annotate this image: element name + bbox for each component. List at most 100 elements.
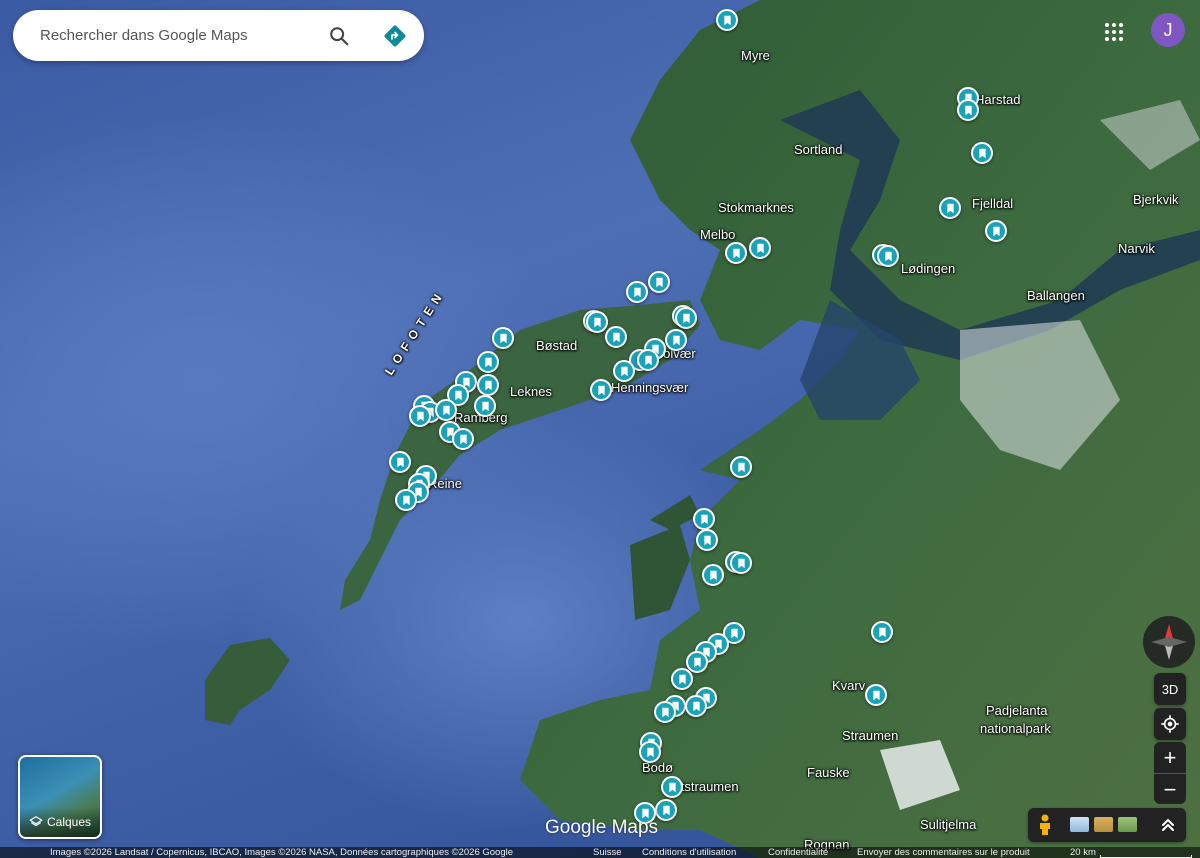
bookmark-icon <box>978 148 986 158</box>
saved-place-marker[interactable] <box>639 741 661 763</box>
saved-place-marker[interactable] <box>671 668 693 690</box>
zoom-out-button[interactable]: − <box>1154 773 1186 805</box>
saved-place-marker[interactable] <box>477 374 499 396</box>
place-label-padjelanta[interactable]: Padjelanta <box>986 703 1047 718</box>
place-label-narvik[interactable]: Narvik <box>1118 241 1155 256</box>
feedback-link[interactable]: Envoyer des commentaires sur le produit <box>857 847 1030 858</box>
compass-icon <box>1151 624 1187 660</box>
imagery-thumb-map[interactable] <box>1118 817 1137 832</box>
layers-button[interactable]: Calques <box>18 755 102 839</box>
privacy-link[interactable]: Confidentialité <box>768 847 828 858</box>
place-label-ballangen[interactable]: Ballangen <box>1027 288 1085 303</box>
account-avatar[interactable]: J <box>1151 13 1185 47</box>
place-label-leknes[interactable]: Leknes <box>510 384 552 399</box>
place-label-kvarv[interactable]: Kvarv <box>832 678 865 693</box>
my-location-button[interactable] <box>1154 708 1186 740</box>
place-label-fjelldal[interactable]: Fjelldal <box>972 196 1013 211</box>
saved-place-marker[interactable] <box>686 651 708 673</box>
minus-icon: − <box>1163 776 1177 802</box>
bookmark-icon <box>737 558 745 568</box>
place-label-sortland[interactable]: Sortland <box>794 142 842 157</box>
saved-place-marker[interactable] <box>675 307 697 329</box>
saved-place-marker[interactable] <box>693 508 715 530</box>
saved-place-marker[interactable] <box>871 621 893 643</box>
saved-place-marker[interactable] <box>716 9 738 31</box>
bookmark-icon <box>992 226 1000 236</box>
saved-place-marker[interactable] <box>685 695 707 717</box>
directions-button[interactable] <box>382 23 408 49</box>
imagery-thumb-terrain[interactable] <box>1094 817 1113 832</box>
saved-place-marker[interactable] <box>655 799 677 821</box>
apps-grid-icon[interactable] <box>1104 22 1124 42</box>
saved-place-marker[interactable] <box>613 360 635 382</box>
scale-label: 20 km <box>1070 847 1096 858</box>
bookmark-icon <box>402 495 410 505</box>
saved-place-marker[interactable] <box>725 242 747 264</box>
bookmark-icon <box>481 401 489 411</box>
compass-button[interactable] <box>1143 616 1195 668</box>
bookmark-icon <box>964 105 972 115</box>
place-label-henningsv-r[interactable]: Henningsvær <box>611 380 688 395</box>
place-label-straumen[interactable]: Straumen <box>842 728 898 743</box>
saved-place-marker[interactable] <box>661 776 683 798</box>
place-label-b-stad[interactable]: Bøstad <box>536 338 577 353</box>
saved-place-marker[interactable] <box>409 405 431 427</box>
directions-icon <box>384 25 406 47</box>
saved-place-marker[interactable] <box>696 529 718 551</box>
bookmark-icon <box>682 313 690 323</box>
bookmark-icon <box>661 707 669 717</box>
saved-place-marker[interactable] <box>605 326 627 348</box>
saved-place-marker[interactable] <box>435 399 457 421</box>
saved-place-marker[interactable] <box>702 564 724 586</box>
saved-place-marker[interactable] <box>865 684 887 706</box>
place-label-sulitjelma[interactable]: Sulitjelma <box>920 817 976 832</box>
saved-place-marker[interactable] <box>939 197 961 219</box>
tilt-3d-button[interactable]: 3D <box>1154 673 1186 705</box>
place-label-harstad[interactable]: Harstad <box>975 92 1021 107</box>
saved-place-marker[interactable] <box>395 489 417 511</box>
bookmark-icon <box>703 535 711 545</box>
saved-place-marker[interactable] <box>730 456 752 478</box>
terms-link[interactable]: Conditions d'utilisation <box>642 847 736 858</box>
saved-place-marker[interactable] <box>586 311 608 333</box>
place-label-bjerkvik[interactable]: Bjerkvik <box>1133 192 1179 207</box>
saved-place-marker[interactable] <box>626 281 648 303</box>
imagery-thumb-satellite[interactable] <box>1070 817 1089 832</box>
location-icon <box>1161 715 1179 733</box>
place-label-melbo[interactable]: Melbo <box>700 227 735 242</box>
layers-icon <box>29 816 43 827</box>
saved-place-marker[interactable] <box>730 552 752 574</box>
saved-place-marker[interactable] <box>474 395 496 417</box>
saved-place-marker[interactable] <box>590 379 612 401</box>
saved-place-marker[interactable] <box>492 327 514 349</box>
saved-place-marker[interactable] <box>749 237 771 259</box>
saved-place-marker[interactable] <box>648 271 670 293</box>
search-button[interactable] <box>326 23 352 49</box>
pegman-icon[interactable] <box>1036 814 1054 836</box>
zoom-in-button[interactable]: + <box>1154 742 1186 773</box>
chevron-up-icon[interactable] <box>1159 816 1177 834</box>
bookmark-icon <box>499 333 507 343</box>
bookmark-icon <box>484 357 492 367</box>
saved-place-marker[interactable] <box>971 142 993 164</box>
place-label-l-dingen[interactable]: Lødingen <box>901 261 955 276</box>
place-label-nationalpark[interactable]: nationalpark <box>980 721 1051 736</box>
place-label-fauske[interactable]: Fauske <box>807 765 850 780</box>
bookmark-icon <box>730 628 738 638</box>
saved-place-marker[interactable] <box>389 451 411 473</box>
saved-place-marker[interactable] <box>957 99 979 121</box>
place-label-myre[interactable]: Myre <box>741 48 770 63</box>
map-canvas[interactable]: Myre Harstad Sortland Fjelldal Bjerkvik Stokm… <box>0 0 1200 858</box>
saved-place-marker[interactable] <box>477 351 499 373</box>
place-label-stokmarknes[interactable]: Stokmarknes <box>718 200 794 215</box>
saved-place-marker[interactable] <box>877 245 899 267</box>
country-link[interactable]: Suisse <box>593 847 622 858</box>
saved-place-marker[interactable] <box>665 329 687 351</box>
search-input[interactable] <box>38 19 312 52</box>
saved-place-marker[interactable] <box>452 428 474 450</box>
saved-place-marker[interactable] <box>637 349 659 371</box>
layers-label-row: Calques <box>20 807 100 837</box>
saved-place-marker[interactable] <box>654 701 676 723</box>
saved-place-marker[interactable] <box>985 220 1007 242</box>
bookmark-icon <box>633 287 641 297</box>
